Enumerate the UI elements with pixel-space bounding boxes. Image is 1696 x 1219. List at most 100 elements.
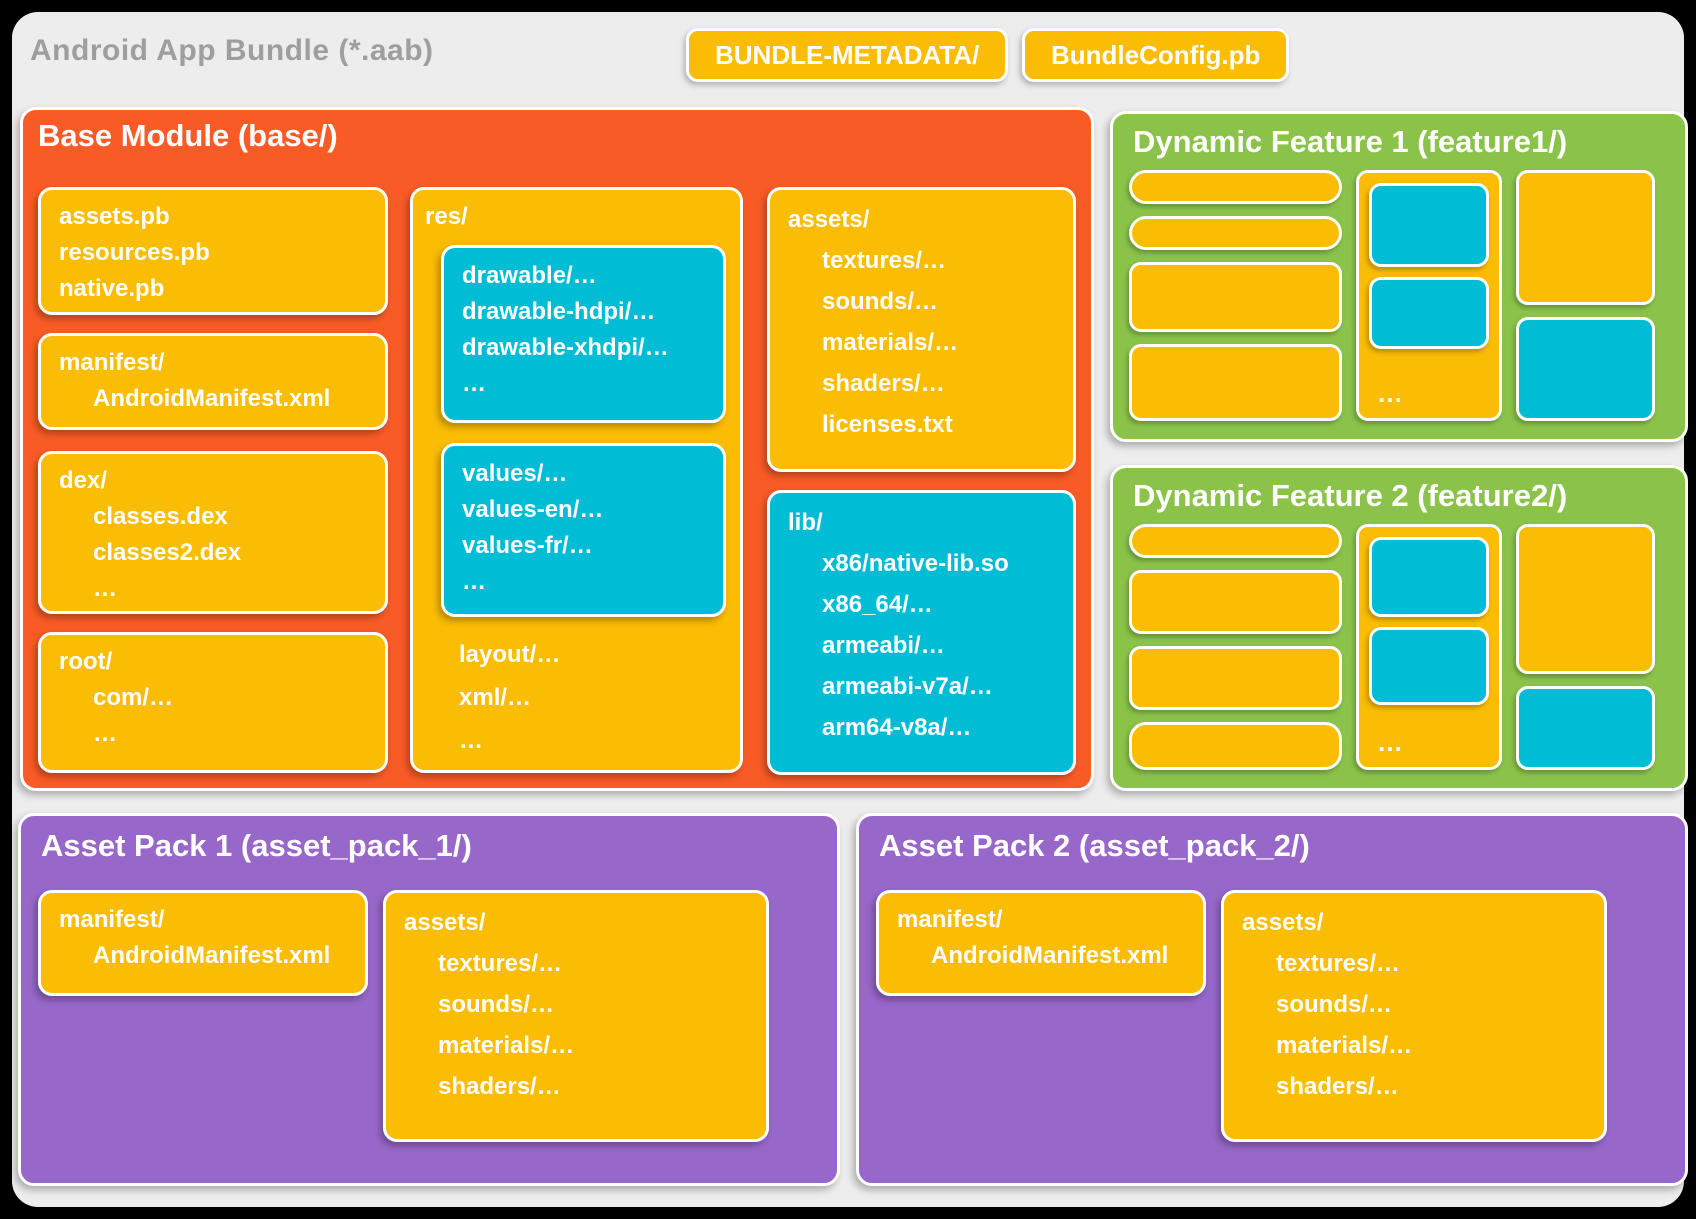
- file-entry: armeabi/…: [788, 625, 1061, 666]
- dynamic-feature-2-title: Dynamic Feature 2 (feature2/): [1133, 478, 1567, 514]
- file-entry: materials/…: [1242, 1025, 1592, 1066]
- mini-config-box: [1369, 537, 1489, 617]
- file-entry: textures/…: [404, 943, 754, 984]
- mini-column-left: [1129, 170, 1342, 421]
- file-entry: drawable-xhdpi/…: [462, 330, 715, 366]
- mini-file-box: [1129, 262, 1342, 332]
- mini-lib-box: [1516, 317, 1655, 421]
- app-bundle-card: Android App Bundle (*.aab) BUNDLE-METADA…: [12, 12, 1684, 1207]
- file-entry: …: [59, 716, 373, 752]
- file-entry: values-en/…: [462, 492, 715, 528]
- asset-pack-2-panel: Asset Pack 2 (asset_pack_2/) manifest/An…: [856, 813, 1688, 1186]
- base-module-title: Base Module (base/): [38, 118, 338, 154]
- file-entry: materials/…: [788, 322, 1061, 363]
- dynamic-feature-2-panel: Dynamic Feature 2 (feature2/) …: [1110, 465, 1688, 791]
- lib-box: lib/x86/native-lib.sox86_64/…armeabi/…ar…: [767, 490, 1076, 775]
- assets-box: assets/textures/…sounds/…materials/…shad…: [383, 890, 769, 1142]
- file-entry: x86/native-lib.so: [788, 543, 1061, 584]
- file-entry: root/: [59, 644, 373, 680]
- mini-file-box: [1129, 216, 1342, 250]
- mini-file-box: [1129, 570, 1342, 634]
- mini-file-box: [1129, 524, 1342, 558]
- res-label: res/: [425, 199, 728, 235]
- res-box: res/ drawable/…drawable-hdpi/…drawable-x…: [410, 187, 743, 773]
- file-entry: values-fr/…: [462, 528, 715, 564]
- mini-file-box: [1129, 646, 1342, 710]
- file-entry: …: [462, 564, 715, 600]
- ellipsis-label: …: [1369, 729, 1489, 757]
- mini-column-right: [1516, 524, 1655, 770]
- file-entry: AndroidManifest.xml: [59, 938, 353, 974]
- file-entry: …: [459, 719, 728, 762]
- drawable-box: drawable/…drawable-hdpi/…drawable-xhdpi/…: [441, 245, 726, 423]
- file-entry: textures/…: [788, 240, 1061, 281]
- file-entry: sounds/…: [1242, 984, 1592, 1025]
- dynamic-feature-1-panel: Dynamic Feature 1 (feature1/) …: [1110, 111, 1688, 442]
- file-entry: AndroidManifest.xml: [897, 938, 1191, 974]
- mini-file-box: [1129, 722, 1342, 770]
- file-entry: licenses.txt: [788, 404, 1061, 445]
- dynamic-feature-2-contents: …: [1129, 524, 1655, 770]
- file-entry: arm64-v8a/…: [788, 707, 1061, 748]
- mini-lib-box: [1516, 686, 1655, 770]
- asset-pack-2-title: Asset Pack 2 (asset_pack_2/): [879, 828, 1310, 864]
- bundle-config-badge: BundleConfig.pb: [1022, 28, 1289, 82]
- mini-config-box: [1369, 183, 1489, 267]
- file-entry: assets/: [404, 902, 754, 943]
- values-box: values/…values-en/…values-fr/……: [441, 443, 726, 617]
- mini-file-box: [1129, 344, 1342, 421]
- file-entry: AndroidManifest.xml: [59, 381, 373, 417]
- file-entry: classes2.dex: [59, 535, 373, 571]
- file-entry: …: [462, 366, 715, 402]
- mini-config-box: [1369, 277, 1489, 349]
- mini-config-box: [1369, 627, 1489, 705]
- file-entry: resources.pb: [59, 235, 373, 271]
- base-module-panel: Base Module (base/) assets.pbresources.p…: [20, 107, 1094, 791]
- file-entry: textures/…: [1242, 943, 1592, 984]
- res-extra-entries: layout/…xml/……: [459, 633, 728, 762]
- mini-column-right: [1516, 170, 1655, 421]
- assets-box: assets/textures/…sounds/…materials/…shad…: [1221, 890, 1607, 1142]
- file-entry: materials/…: [404, 1025, 754, 1066]
- dynamic-feature-1-title: Dynamic Feature 1 (feature1/): [1133, 124, 1567, 160]
- file-entry: assets.pb: [59, 199, 373, 235]
- page-title: Android App Bundle (*.aab): [30, 34, 434, 68]
- file-entry: com/…: [59, 680, 373, 716]
- file-entry: xml/…: [459, 676, 728, 719]
- assets-box: assets/textures/…sounds/…materials/…shad…: [767, 187, 1076, 472]
- mini-res-box: …: [1356, 170, 1502, 421]
- file-entry: shaders/…: [404, 1066, 754, 1107]
- file-entry: …: [59, 571, 373, 607]
- file-entry: assets/: [1242, 902, 1592, 943]
- file-entry: dex/: [59, 463, 373, 499]
- asset-pack-1-title: Asset Pack 1 (asset_pack_1/): [41, 828, 472, 864]
- mini-res-box: …: [1356, 524, 1502, 770]
- file-entry: sounds/…: [404, 984, 754, 1025]
- dex-box: dex/classes.dexclasses2.dex…: [38, 451, 388, 614]
- file-entry: x86_64/…: [788, 584, 1061, 625]
- bundle-metadata-badge: BUNDLE-METADATA/: [686, 28, 1008, 82]
- mini-file-box: [1129, 170, 1342, 204]
- file-entry: drawable-hdpi/…: [462, 294, 715, 330]
- file-entry: layout/…: [459, 633, 728, 676]
- file-entry: manifest/: [59, 902, 353, 938]
- file-entry: sounds/…: [788, 281, 1061, 322]
- manifest-box: manifest/AndroidManifest.xml: [38, 890, 368, 996]
- proto-files-box: assets.pbresources.pbnative.pb: [38, 187, 388, 315]
- file-entry: values/…: [462, 456, 715, 492]
- file-entry: assets/: [788, 199, 1061, 240]
- file-entry: manifest/: [59, 345, 373, 381]
- file-entry: lib/: [788, 502, 1061, 543]
- file-entry: shaders/…: [1242, 1066, 1592, 1107]
- dynamic-feature-1-contents: …: [1129, 170, 1655, 421]
- root-box: root/com/……: [38, 632, 388, 773]
- file-entry: shaders/…: [788, 363, 1061, 404]
- mini-column-left: [1129, 524, 1342, 770]
- file-entry: classes.dex: [59, 499, 373, 535]
- mini-file-box: [1516, 524, 1655, 674]
- file-entry: native.pb: [59, 271, 373, 307]
- manifest-box: manifest/AndroidManifest.xml: [876, 890, 1206, 996]
- manifest-box: manifest/AndroidManifest.xml: [38, 333, 388, 430]
- mini-file-box: [1516, 170, 1655, 305]
- file-entry: armeabi-v7a/…: [788, 666, 1061, 707]
